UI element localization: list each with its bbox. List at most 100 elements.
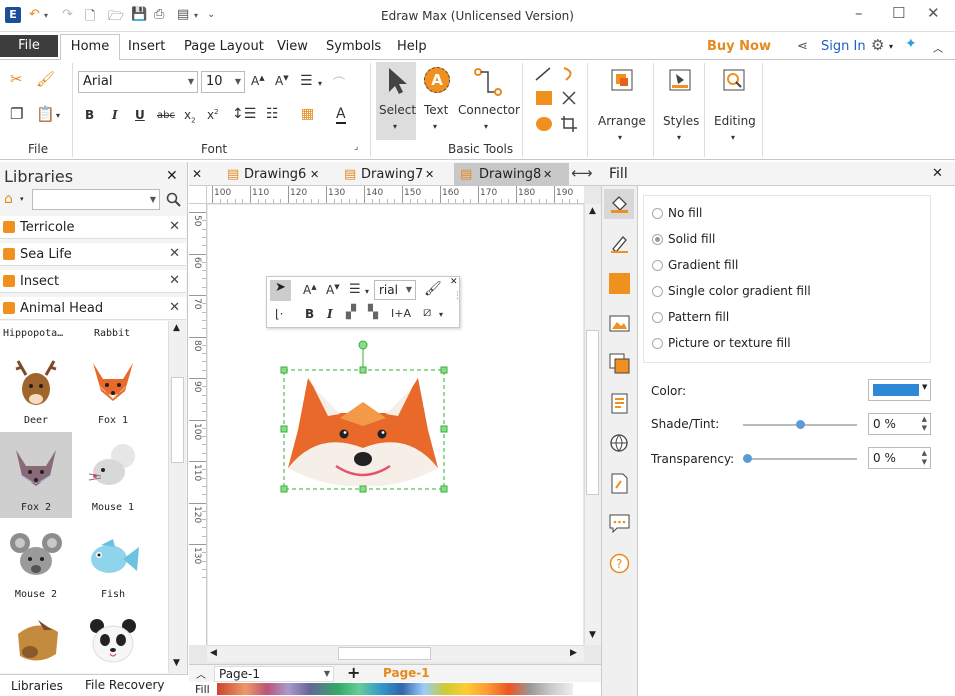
- close-icon[interactable]: ✕: [425, 163, 434, 186]
- align-icon[interactable]: ☰: [300, 73, 313, 89]
- close-icon[interactable]: ✕: [169, 300, 180, 315]
- scroll-up-icon[interactable]: ▲: [589, 206, 596, 216]
- library-home-dropdown-icon[interactable]: ▾: [20, 195, 24, 203]
- library-category-animal-head[interactable]: Animal Head ✕: [0, 297, 186, 320]
- paste-dropdown-icon[interactable]: ▾: [56, 111, 60, 120]
- shape-fox-1[interactable]: Fox 1: [77, 345, 149, 431]
- cut-icon[interactable]: ✂: [10, 70, 23, 88]
- settings-gear-icon[interactable]: ⚙: [871, 36, 884, 54]
- transparency-spinner[interactable]: 0 % ▲ ▼: [868, 447, 931, 469]
- grip-icon[interactable]: ⋮: [453, 291, 462, 301]
- rectangle-tool-icon[interactable]: [536, 91, 552, 105]
- color-picker-button[interactable]: ▼: [868, 379, 931, 401]
- doc-tab-drawing7[interactable]: ▤ Drawing7 ✕: [341, 163, 451, 186]
- mini-connector-icon[interactable]: ⌊·: [275, 307, 284, 321]
- doc-tab-drawing6[interactable]: ▤ Drawing6 ✕: [224, 163, 334, 186]
- canvas-horizontal-scrollbar[interactable]: ◀ ▶: [207, 645, 584, 662]
- share-icon[interactable]: ⋖: [797, 39, 808, 54]
- shape-mouse-2[interactable]: Mouse 2: [0, 519, 72, 605]
- close-icon[interactable]: ✕: [543, 163, 552, 186]
- tab-scroll-arrows-icon[interactable]: ⟷: [571, 164, 593, 182]
- library-category-insect[interactable]: Insect ✕: [0, 270, 186, 293]
- tab-libraries[interactable]: Libraries: [11, 679, 63, 693]
- text-block-icon[interactable]: ▦: [301, 106, 314, 122]
- copy-icon[interactable]: ❐: [10, 105, 23, 123]
- font-dialog-launcher-icon[interactable]: ⌟: [354, 142, 358, 152]
- tab-insert[interactable]: Insert: [128, 39, 165, 54]
- editing-button[interactable]: Editing ▾: [710, 62, 758, 148]
- mini-format-painter-icon[interactable]: 🖌: [424, 281, 442, 297]
- library-category-sea-life[interactable]: Sea Life ✕: [0, 243, 186, 266]
- close-icon[interactable]: ✕: [310, 163, 319, 186]
- scroll-right-icon[interactable]: ▶: [570, 648, 577, 658]
- close-icon[interactable]: ✕: [450, 277, 458, 287]
- scroll-down-icon[interactable]: ▼: [173, 658, 180, 668]
- comment-icon[interactable]: [609, 513, 630, 534]
- bold-button[interactable]: B: [85, 108, 94, 122]
- line-style-pen-icon[interactable]: [609, 233, 630, 254]
- radio-solid-fill[interactable]: [652, 234, 663, 245]
- subscript-button[interactable]: x2: [184, 108, 196, 124]
- line-tool-icon[interactable]: [534, 66, 552, 82]
- search-icon[interactable]: [166, 192, 182, 208]
- scroll-down-icon[interactable]: ▼: [589, 630, 596, 640]
- fill-bucket-icon[interactable]: [609, 193, 630, 214]
- line-spacing-icon[interactable]: ↕☰: [232, 106, 256, 122]
- text-tool-button[interactable]: A Text ▾: [420, 62, 454, 140]
- tab-file-recovery[interactable]: File Recovery: [85, 678, 165, 692]
- styles-button[interactable]: Styles ▾: [658, 62, 702, 148]
- ellipse-tool-icon[interactable]: [536, 117, 552, 131]
- shape-mouse-1[interactable]: Mouse 1: [77, 432, 149, 518]
- file-menu-button[interactable]: File: [0, 35, 58, 57]
- italic-button[interactable]: I: [112, 108, 118, 122]
- layers-icon[interactable]: [609, 353, 630, 374]
- tab-symbols[interactable]: Symbols: [326, 39, 381, 54]
- globe-hyperlink-icon[interactable]: [609, 433, 630, 454]
- shrink-font-icon[interactable]: A▼: [275, 74, 289, 88]
- shade-tint-slider-knob[interactable]: [796, 420, 805, 429]
- scroll-up-icon[interactable]: ▲: [173, 323, 180, 333]
- cross-tool-icon[interactable]: [560, 90, 578, 106]
- library-scrollbar[interactable]: ▲ ▼: [168, 321, 186, 673]
- mini-style-icon[interactable]: ⧄: [423, 305, 431, 320]
- tab-page-layout[interactable]: Page Layout: [184, 39, 264, 54]
- scroll-thumb[interactable]: [586, 330, 599, 495]
- strikethrough-button[interactable]: abc: [157, 110, 175, 121]
- tab-help[interactable]: Help: [397, 39, 427, 54]
- scroll-left-icon[interactable]: ◀: [210, 648, 217, 658]
- buy-now-link[interactable]: Buy Now: [707, 39, 771, 54]
- font-name-select[interactable]: Arial ▼: [78, 71, 198, 93]
- library-search-input[interactable]: ▼: [32, 189, 160, 210]
- crop-tool-icon[interactable]: [560, 115, 578, 133]
- transparency-slider-knob[interactable]: [743, 454, 752, 463]
- sign-in-link[interactable]: Sign In: [821, 39, 866, 54]
- active-page-tab[interactable]: Page-1: [383, 666, 430, 680]
- mini-align-dropdown-icon[interactable]: ▾: [365, 287, 369, 296]
- spinner-arrows-icon[interactable]: ▲ ▼: [922, 415, 927, 433]
- arc-tool-icon[interactable]: [560, 66, 578, 82]
- arrange-button[interactable]: Arrange ▾: [594, 62, 650, 148]
- align-dropdown-icon[interactable]: ▾: [318, 79, 322, 88]
- superscript-button[interactable]: x2: [207, 108, 219, 122]
- mini-text-direction-icon[interactable]: I+A: [391, 307, 411, 320]
- add-page-icon[interactable]: +: [347, 663, 360, 682]
- scroll-thumb[interactable]: [338, 647, 431, 660]
- mini-bold-button[interactable]: B: [305, 307, 314, 321]
- shape-panda[interactable]: [77, 606, 149, 673]
- grow-font-icon[interactable]: A▲: [251, 74, 265, 88]
- radio-gradient-fill[interactable]: [652, 260, 663, 271]
- close-icon[interactable]: ✕: [932, 166, 943, 181]
- select-tool-button[interactable]: Select ▾: [376, 62, 416, 140]
- mini-font-select[interactable]: rial ▼: [374, 280, 416, 300]
- mini-send-back-icon[interactable]: ▚: [368, 305, 378, 320]
- tab-home[interactable]: Home: [60, 34, 120, 61]
- transparency-slider[interactable]: [743, 458, 857, 460]
- mini-align-icon[interactable]: ☰: [349, 282, 361, 297]
- close-icon[interactable]: ✕: [169, 273, 180, 288]
- collapse-up-icon[interactable]: ︿: [196, 666, 206, 681]
- mini-shrink-font-icon[interactable]: A▼: [326, 283, 340, 297]
- radio-picture-or-texture-fill[interactable]: [652, 338, 663, 349]
- maximize-button[interactable]: ☐: [892, 4, 905, 22]
- mini-select-button[interactable]: ➤: [270, 280, 291, 301]
- image-icon[interactable]: [609, 313, 630, 334]
